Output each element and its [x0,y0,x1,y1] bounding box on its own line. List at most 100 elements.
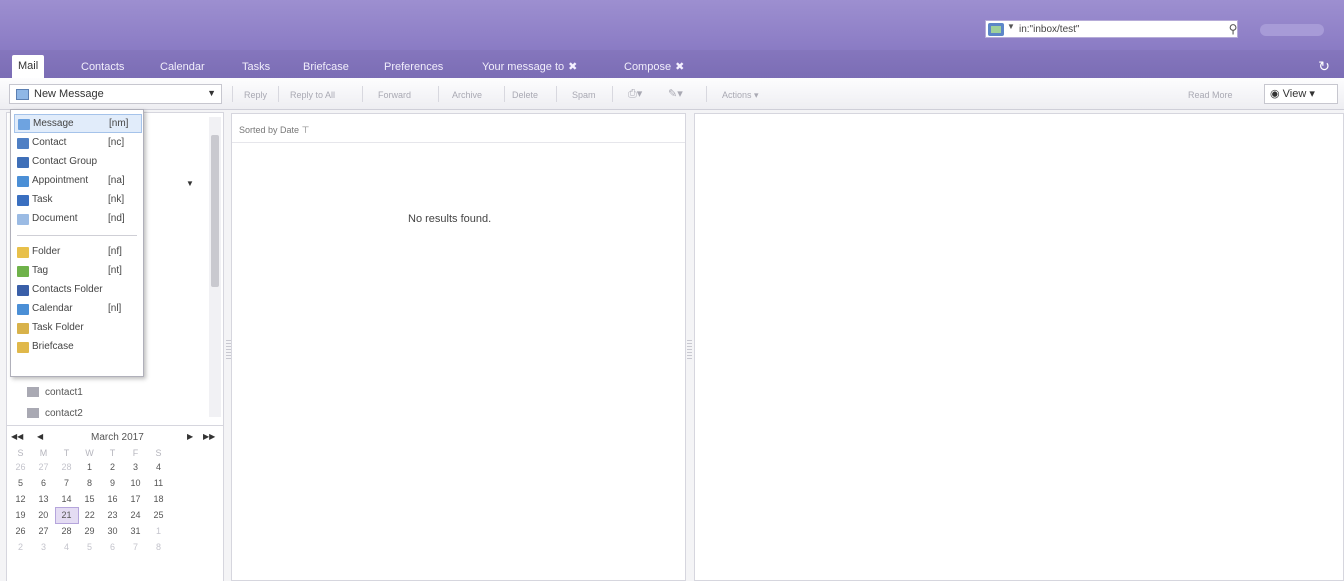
tab-preferences[interactable]: Preferences [378,56,449,78]
next-month-icon[interactable]: ▶ [187,432,193,441]
calendar-day[interactable]: 31 [124,523,147,539]
archive-button[interactable]: Archive [452,90,482,100]
calendar-day[interactable]: 30 [101,523,124,539]
prev-month-icon[interactable]: ◀ [37,432,43,441]
menu-item-task-folder[interactable]: Task Folder [14,319,142,338]
tab-contacts[interactable]: Contacts [75,56,130,78]
calendar-day[interactable]: 7 [55,475,78,491]
search-icon[interactable]: ⚲ [1224,20,1242,38]
menu-item-message[interactable]: Message [nm] [14,114,142,133]
menu-item-shortcut: [nl] [108,303,122,314]
calendar-day-today[interactable]: 21 [54,506,79,524]
close-icon[interactable]: ✖ [675,61,684,73]
calendar-day[interactable]: 16 [101,491,124,507]
calendar-day[interactable]: 26 [9,523,32,539]
tab-tasks[interactable]: Tasks [236,56,276,78]
actions-button[interactable]: Actions ▾ [722,90,759,101]
calendar-day[interactable]: 2 [9,539,32,555]
sort-header[interactable]: Sorted by Date ⊤ [239,125,309,136]
calendar-day[interactable]: 26 [9,459,32,475]
calendar-day[interactable]: 9 [101,475,124,491]
calendar-day[interactable]: 23 [101,507,124,523]
print-icon[interactable]: ⎙▾ [628,87,642,101]
calendar-day[interactable]: 2 [101,459,124,475]
calendar-day[interactable]: 29 [78,523,101,539]
refresh-icon[interactable]: ↻ [1318,58,1330,75]
menu-item-briefcase[interactable]: Briefcase [14,338,142,357]
calendar-day[interactable]: 11 [147,475,170,491]
calendar-day[interactable]: 18 [147,491,170,507]
delete-button[interactable]: Delete [512,90,538,100]
calendar-day[interactable]: 3 [32,539,55,555]
forward-button[interactable]: Forward [378,90,411,100]
reading-pane [694,113,1344,581]
tab-calendar[interactable]: Calendar [154,56,211,78]
calendar-day[interactable]: 8 [147,539,170,555]
close-icon[interactable]: ✖ [568,61,577,73]
folder-scrollbar[interactable] [209,117,221,417]
calendar-day[interactable]: 7 [124,539,147,555]
calendar-day[interactable]: 3 [124,459,147,475]
calendar-day[interactable]: 25 [147,507,170,523]
mail-search-icon[interactable] [988,23,1004,36]
calendar-day[interactable]: 14 [55,491,78,507]
calendar-day[interactable]: 13 [32,491,55,507]
calendar-day[interactable]: 8 [78,475,101,491]
menu-item-contacts-folder[interactable]: Contacts Folder [14,281,142,300]
search-input[interactable] [1019,23,1209,36]
calendar-day[interactable]: 28 [55,459,78,475]
menu-item-calendar[interactable]: Calendar [nl] [14,300,142,319]
calendar-day[interactable]: 27 [32,459,55,475]
menu-item-document[interactable]: Document [nd] [14,210,142,229]
reply-button[interactable]: Reply [244,90,267,100]
next-year-icon[interactable]: ▶▶ [203,432,215,441]
tab-compose[interactable]: Compose ✖ [618,56,690,78]
new-message-button[interactable]: New Message ▼ [9,84,222,104]
calendar-day[interactable]: 28 [55,523,78,539]
menu-item-contact[interactable]: Contact [nc] [14,134,142,153]
search-box[interactable]: ▼ [985,20,1238,38]
calendar-day[interactable]: 20 [32,507,55,523]
prev-year-icon[interactable]: ◀◀ [11,432,23,441]
calendar-day[interactable]: 5 [9,475,32,491]
right-splitter[interactable] [687,340,692,360]
chevron-down-icon[interactable]: ▼ [186,179,194,188]
contact-group-icon [17,157,29,168]
tab-mail[interactable]: Mail [12,55,45,78]
menu-item-tag[interactable]: Tag [nt] [14,262,142,281]
calendar-day[interactable]: 12 [9,491,32,507]
menu-item-folder[interactable]: Folder [nf] [14,243,142,262]
calendar-day[interactable]: 17 [124,491,147,507]
menu-item-task[interactable]: Task [nk] [14,191,142,210]
search-type-dropdown-icon[interactable]: ▼ [1007,22,1015,31]
user-menu[interactable] [1260,24,1324,36]
calendar-day[interactable]: 19 [9,507,32,523]
calendar-day[interactable]: 4 [147,459,170,475]
menu-item-appointment[interactable]: Appointment [na] [14,172,142,191]
calendar-day[interactable]: 22 [78,507,101,523]
read-more-button[interactable]: Read More [1188,90,1233,100]
view-button[interactable]: ◉ View ▾ [1264,84,1338,104]
left-splitter[interactable] [226,340,231,360]
calendar-day[interactable]: 10 [124,475,147,491]
scrollbar-thumb[interactable] [211,135,219,287]
calendar-day[interactable]: 1 [147,523,170,539]
folder-item-contact1[interactable]: contact1 [27,387,83,398]
tab-your-message[interactable]: Your message to ✖ [476,56,583,78]
calendar-day[interactable]: 4 [55,539,78,555]
calendar-day[interactable]: 6 [101,539,124,555]
folder-item-contact2[interactable]: contact2 [27,408,83,420]
top-header-bar: ▼ ⚲ [0,0,1344,50]
calendar-day[interactable]: 6 [32,475,55,491]
reply-all-button[interactable]: Reply to All [290,90,335,100]
spam-button[interactable]: Spam [572,90,596,100]
calendar-day[interactable]: 15 [78,491,101,507]
tag-icon[interactable]: ✎▾ [668,87,683,100]
calendar-day[interactable]: 24 [124,507,147,523]
calendar-day[interactable]: 27 [32,523,55,539]
calendar-day[interactable]: 5 [78,539,101,555]
calendar-day[interactable]: 1 [78,459,101,475]
tab-briefcase[interactable]: Briefcase [297,56,355,78]
chevron-down-icon[interactable]: ▼ [207,88,216,98]
menu-item-contact-group[interactable]: Contact Group [14,153,142,172]
